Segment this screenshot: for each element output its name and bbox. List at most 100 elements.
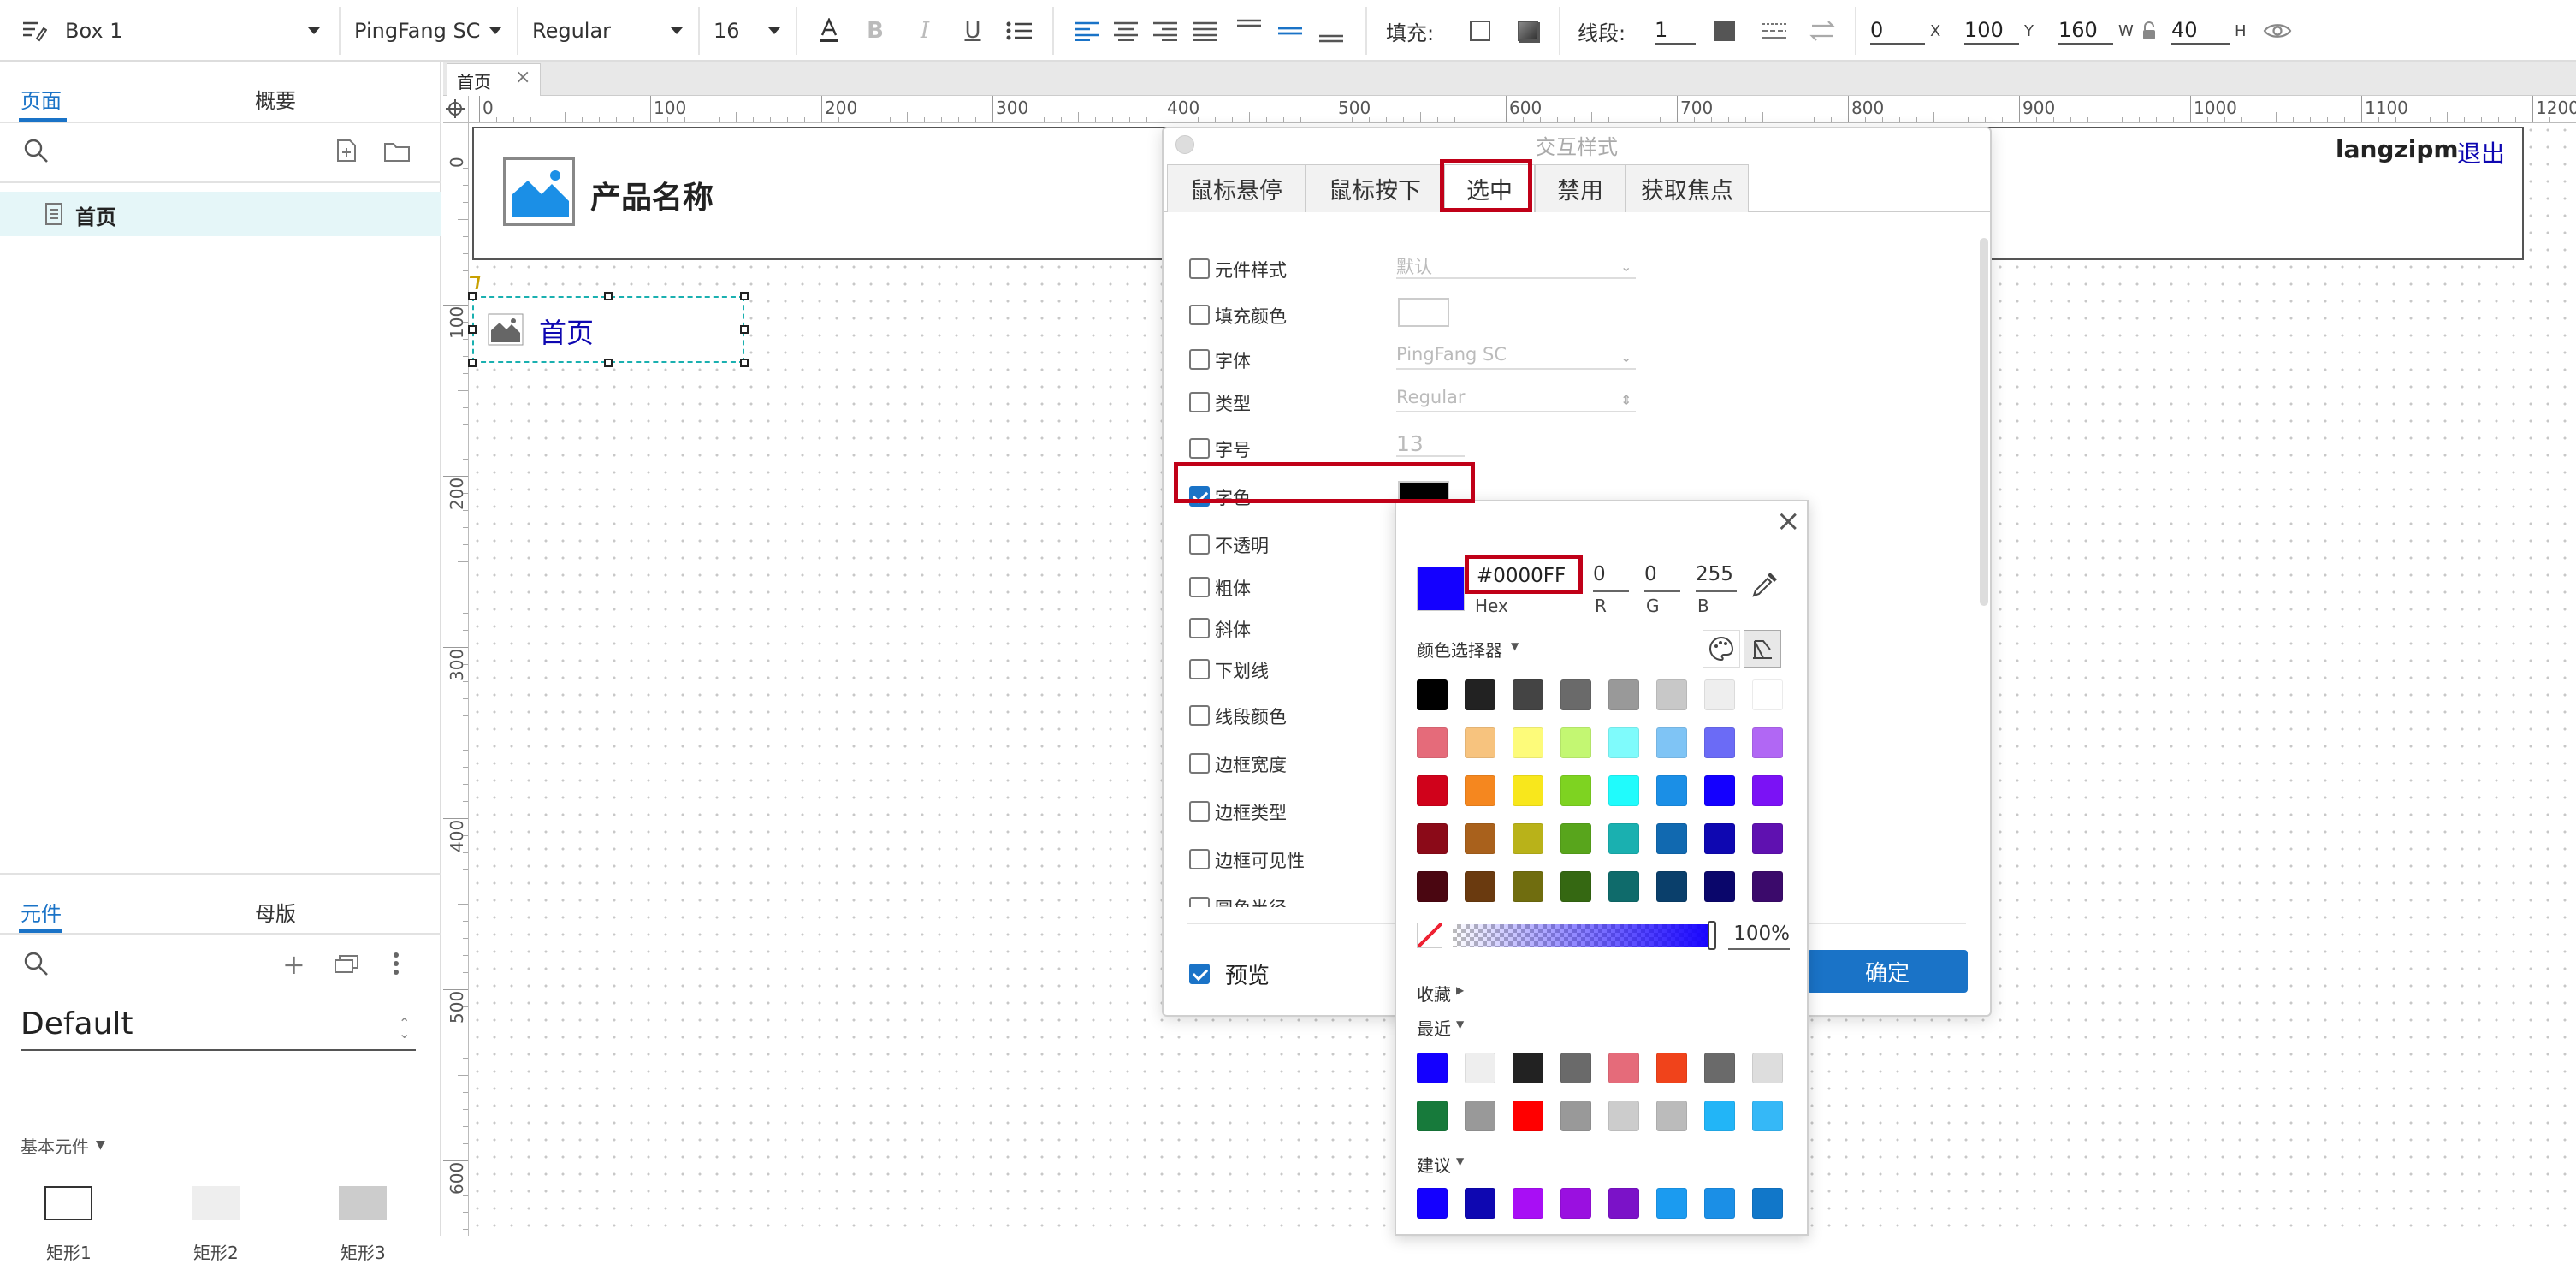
italic-icon[interactable]: I [909,15,941,46]
color-swatch[interactable] [1752,679,1783,710]
chevron-down-icon[interactable]: ⌄ [1620,258,1631,275]
color-swatch[interactable] [1560,679,1591,710]
color-swatch[interactable] [1513,679,1543,710]
color-swatch[interactable] [1752,823,1783,854]
recent-color-swatch[interactable] [1513,1101,1543,1131]
resize-handle[interactable] [740,325,749,334]
valign-top-icon[interactable] [1232,15,1266,46]
style-row-select[interactable]: 默认 [1396,253,1636,279]
close-icon[interactable]: × [515,67,530,88]
style-checkbox[interactable] [1189,705,1210,726]
suggested-color-swatch[interactable] [1417,1188,1448,1219]
fill-color-swatch[interactable] [1398,298,1449,327]
shape-name[interactable]: Box 1 [65,0,123,62]
color-swatch[interactable] [1608,679,1639,710]
color-swatch[interactable] [1465,775,1495,806]
recent-color-swatch[interactable] [1704,1053,1735,1083]
tab-hover[interactable]: 鼠标悬停 [1167,164,1306,212]
color-swatch[interactable] [1752,727,1783,758]
style-checkbox[interactable] [1189,659,1210,679]
color-swatch[interactable] [1704,823,1735,854]
color-swatch[interactable] [1560,727,1591,758]
suggested-color-swatch[interactable] [1560,1188,1591,1219]
recent-label[interactable]: 最近 [1417,1015,1451,1040]
color-swatch[interactable] [1513,823,1543,854]
suggested-color-swatch[interactable] [1752,1188,1783,1219]
color-swatch[interactable] [1560,775,1591,806]
color-swatch[interactable] [1656,727,1687,758]
height-input[interactable]: 40 [2171,17,2230,45]
recent-color-swatch[interactable] [1752,1053,1783,1083]
resize-handle[interactable] [604,359,613,367]
recent-color-swatch[interactable] [1704,1101,1735,1131]
chevron-down-icon[interactable]: ⌄ [1620,349,1631,365]
chevron-down-icon[interactable] [308,27,320,34]
style-checkbox[interactable] [1189,438,1210,459]
color-swatch[interactable] [1704,775,1735,806]
bold-icon[interactable]: B [859,15,891,46]
color-swatch[interactable] [1656,775,1687,806]
lock-icon[interactable] [2139,15,2159,46]
color-swatch[interactable] [1656,871,1687,902]
chevron-right-icon[interactable]: ▶ [1456,984,1464,996]
color-swatch[interactable] [1704,727,1735,758]
style-checkbox[interactable] [1189,618,1210,638]
recent-color-swatch[interactable] [1608,1101,1639,1131]
tab-mousedown[interactable]: 鼠标按下 [1306,164,1444,212]
logout-link[interactable]: 退出 [2457,135,2505,169]
underline-icon[interactable]: U [956,15,989,46]
chevron-down-icon[interactable]: ▼ [96,1138,105,1152]
tab-focus[interactable]: 获取焦点 [1626,164,1749,212]
valign-middle-icon[interactable] [1273,15,1307,46]
color-wheel-icon[interactable] [1744,630,1781,668]
color-swatch[interactable] [1560,871,1591,902]
style-checkbox[interactable] [1189,897,1210,907]
r-input[interactable]: 0 [1593,563,1629,592]
recent-color-swatch[interactable] [1560,1053,1591,1083]
widget-rect1[interactable] [44,1186,92,1220]
suggested-color-swatch[interactable] [1465,1188,1495,1219]
font-family-select[interactable]: PingFang SC [354,0,480,62]
style-checkbox[interactable] [1189,349,1210,370]
search-icon[interactable] [22,137,50,168]
chevron-down-icon[interactable] [671,27,683,34]
align-justify-icon[interactable] [1187,15,1222,46]
color-swatch[interactable] [1608,727,1639,758]
color-swatch[interactable] [1513,727,1543,758]
recent-color-swatch[interactable] [1608,1053,1639,1083]
tab-outline[interactable]: 概要 [255,84,296,114]
color-swatch[interactable] [1656,679,1687,710]
chevron-down-icon[interactable] [489,27,501,34]
color-swatch[interactable] [1513,871,1543,902]
line-style-icon[interactable] [1757,15,1791,46]
color-swatch[interactable] [1752,871,1783,902]
font-size-input[interactable]: 13 [1396,431,1465,457]
more-options-icon[interactable] [392,952,400,979]
x-input[interactable]: 0 [1870,17,1925,45]
recent-color-swatch[interactable] [1656,1053,1687,1083]
color-swatch[interactable] [1656,823,1687,854]
color-swatch[interactable] [1417,823,1448,854]
line-color-swatch[interactable] [1714,21,1735,41]
style-checkbox[interactable] [1189,392,1210,412]
scrollbar[interactable] [1980,238,1988,606]
recent-color-swatch[interactable] [1465,1101,1495,1131]
bullet-list-icon[interactable] [1003,15,1037,46]
tab-pages[interactable]: 页面 [21,84,62,114]
search-icon[interactable] [22,950,50,981]
color-swatch[interactable] [1513,775,1543,806]
color-swatch[interactable] [1465,823,1495,854]
color-swatch[interactable] [1752,775,1783,806]
width-input[interactable]: 160 [2058,17,2113,45]
fill-shadow-icon[interactable] [1518,21,1538,41]
suggested-color-swatch[interactable] [1656,1188,1687,1219]
chevron-down-icon[interactable]: ▼ [1456,1018,1464,1030]
fill-color-swatch[interactable] [1470,21,1490,41]
valign-bottom-icon[interactable] [1314,15,1348,46]
widget-rect2[interactable] [192,1186,240,1220]
resize-handle[interactable] [604,292,613,300]
suggested-color-swatch[interactable] [1704,1188,1735,1219]
style-checkbox[interactable] [1189,305,1210,325]
font-weight-select[interactable]: Regular [532,0,611,62]
color-swatch[interactable] [1704,679,1735,710]
